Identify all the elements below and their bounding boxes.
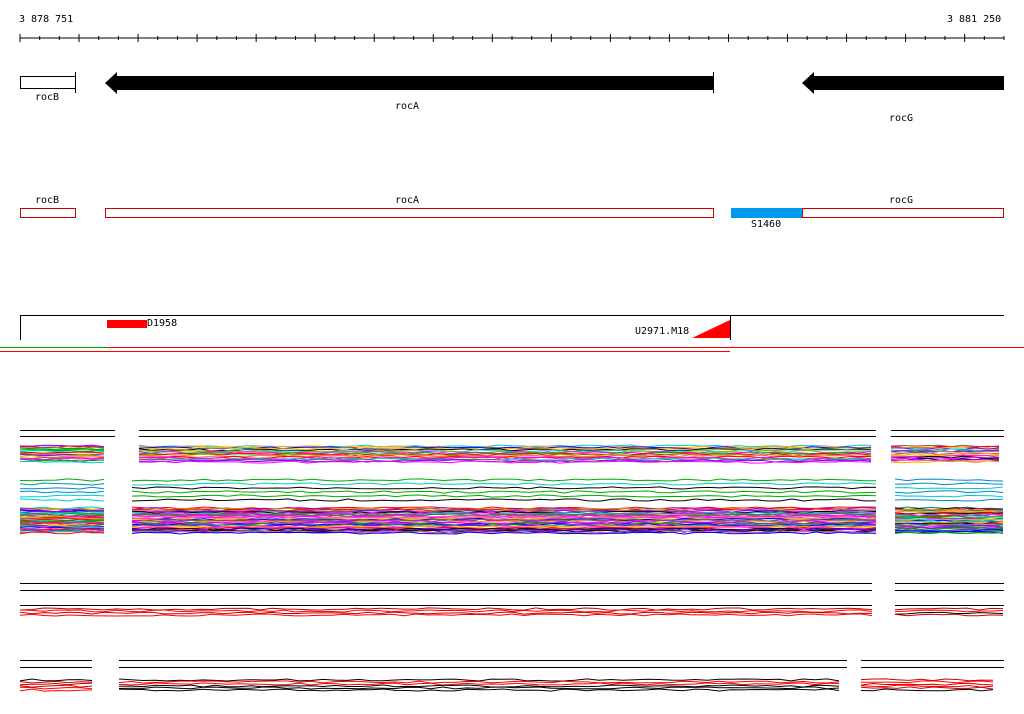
expression-profile-line (131, 486, 877, 490)
expression-profile-line (118, 688, 840, 692)
expression-profile-line (19, 682, 93, 686)
gene-rocG-label: rocG (889, 113, 914, 124)
expression-profile-line (894, 607, 1004, 611)
annotation-segment-label: S1460 (751, 219, 782, 230)
expression-profile-line (20, 486, 105, 490)
expression-profile-line (19, 490, 105, 494)
expression-profile-line (894, 609, 1004, 613)
feature-D1958-label[interactable]: D1958 (147, 319, 177, 329)
expression-profile-line (19, 613, 873, 617)
annotation-rocA-box (105, 208, 714, 218)
expression-profile-line (131, 482, 877, 486)
expression-profile-line (19, 494, 105, 498)
feature-U2971-label[interactable]: U2971.M18 (635, 327, 689, 337)
expression-profile-line (860, 680, 994, 684)
expression-profile-line (19, 686, 93, 690)
expression-profile-line (894, 494, 1004, 498)
expression-profile-line (118, 686, 840, 690)
expression-profile-line (860, 682, 994, 686)
gene-rocG-arrow (802, 72, 1004, 94)
expression-profile-line (118, 678, 840, 682)
expression-profile-line (894, 490, 1004, 494)
annotation-rocB-label: rocB (35, 195, 60, 206)
expression-profile-line (19, 678, 93, 682)
expression-profile-line (19, 498, 105, 502)
gene-rocB-box (20, 76, 76, 89)
expression-profile-line (118, 684, 840, 688)
annotation-rocB-box (20, 208, 76, 218)
gene-rocA-arrow (105, 72, 713, 94)
expression-profile-line (19, 478, 105, 482)
expression-profile-line (19, 607, 873, 611)
expression-profile-line (860, 688, 994, 692)
annotation-rocG-box (802, 208, 1004, 218)
expression-profile-line (19, 684, 93, 688)
expression-profile-line (131, 498, 876, 502)
expression-profile-line (138, 444, 872, 448)
genome-browser-canvas (0, 34, 1024, 692)
expression-profile-line (860, 684, 994, 688)
feature-D1958-bar (107, 320, 147, 328)
annotation-rocG-label: rocG (889, 195, 914, 206)
annotation-rocA-label: rocA (395, 195, 420, 206)
expression-profile-line (131, 478, 876, 482)
expression-profile-line (860, 678, 994, 682)
gene-rocB-label: rocB (35, 92, 60, 103)
expression-profile-line (19, 611, 873, 615)
expression-profile-line (895, 482, 1004, 486)
expression-profile-line (894, 486, 1004, 490)
gene-rocA-label: rocA (395, 101, 420, 112)
expression-tracks (19, 430, 1004, 692)
expression-profile-line (890, 460, 1000, 464)
expression-profile-line (131, 490, 877, 494)
expression-profile-line (19, 680, 93, 684)
expression-profile-line (19, 482, 105, 486)
expression-profile-line (894, 478, 1004, 482)
expression-profile-line (894, 531, 1004, 535)
expression-profile-line (894, 611, 1004, 615)
expression-profile-line (19, 688, 93, 692)
expression-profile-line (894, 613, 1004, 617)
expression-profile-line (19, 460, 105, 464)
expression-profile-line (131, 494, 877, 498)
feature-U2971-triangle (692, 320, 730, 338)
expression-profile-line (894, 498, 1004, 502)
expression-profile-line (860, 686, 994, 690)
annotation-segment-S1460 (731, 208, 803, 218)
